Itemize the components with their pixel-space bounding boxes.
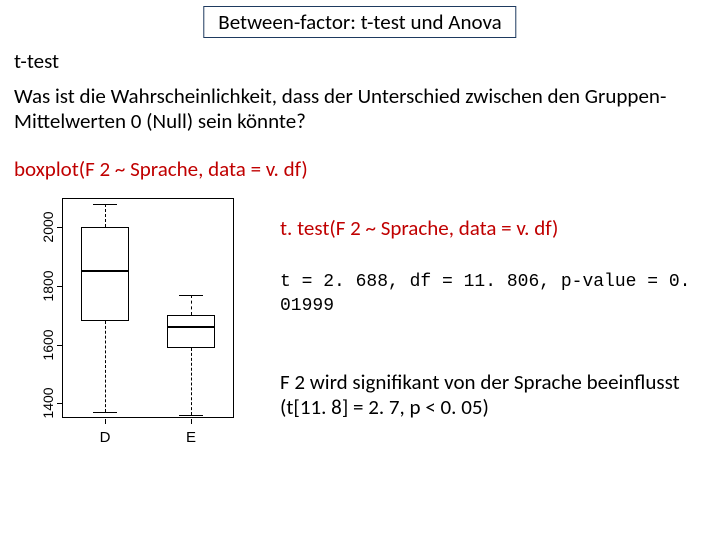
whisker-lower — [191, 348, 192, 415]
y-tick-label: 1600 — [40, 329, 54, 360]
y-tick — [57, 403, 62, 404]
section-heading: t-test — [14, 48, 59, 74]
x-tick — [191, 419, 192, 424]
box — [167, 315, 214, 347]
y-tick-label: 2000 — [40, 212, 54, 243]
y-tick-label: 1800 — [40, 270, 54, 301]
whisker-cap-lower — [93, 412, 117, 413]
whisker-cap-upper — [93, 204, 117, 205]
question-text: Was ist die Wahrscheinlichkeit, dass der… — [14, 84, 706, 134]
x-tick — [105, 419, 106, 424]
whisker-cap-lower — [179, 415, 203, 416]
conclusion-text: F 2 wird signifikant von der Sprache bee… — [280, 370, 700, 420]
box — [81, 227, 128, 321]
code-ttest: t. test(F 2 ~ Sprache, data = v. df) — [280, 215, 558, 241]
whisker-cap-upper — [179, 295, 203, 296]
y-tick — [57, 286, 62, 287]
code-boxplot: boxplot(F 2 ~ Sprache, data = v. df) — [14, 156, 308, 182]
slide-title-box: Between-factor: t-test und Anova — [203, 6, 516, 38]
whisker-lower — [105, 321, 106, 412]
whisker-upper — [191, 295, 192, 316]
x-tick-label: E — [186, 429, 196, 446]
y-tick — [57, 227, 62, 228]
slide-title: Between-factor: t-test und Anova — [218, 9, 501, 35]
median-line — [167, 326, 214, 328]
median-line — [81, 270, 128, 272]
y-tick — [57, 345, 62, 346]
y-tick-label: 1400 — [40, 388, 54, 419]
whisker-upper — [105, 204, 106, 227]
ttest-output: t = 2. 688, df = 11. 806, p-value = 0. 0… — [280, 270, 700, 319]
x-tick-label: D — [100, 429, 111, 446]
boxplot-chart: 1400 1600 1800 2000 D E — [14, 192, 244, 452]
